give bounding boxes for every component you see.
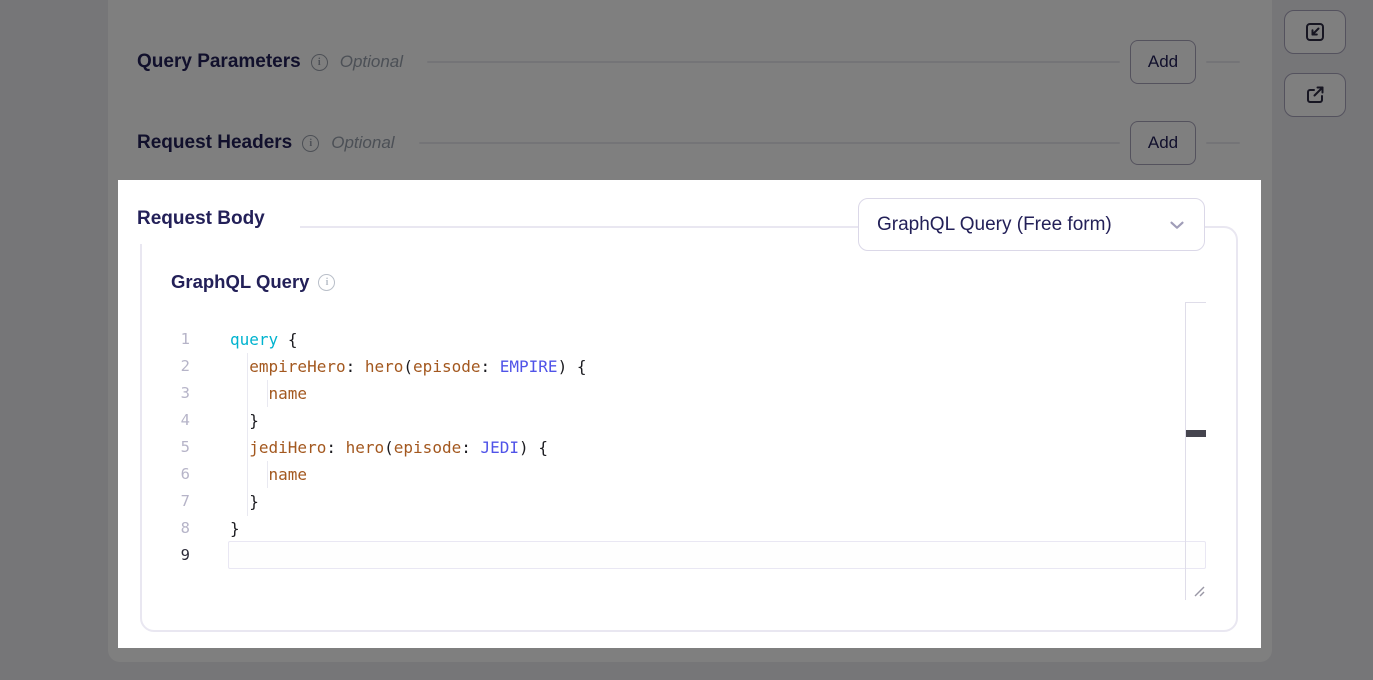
code-line: query { [230,326,586,353]
page: Query Parameters i Optional Add Request … [0,0,1373,680]
line-number: 1 [140,326,190,353]
line-number: 2 [140,353,190,380]
line-number: 8 [140,515,190,542]
editor-scrollbar-track [1185,302,1206,600]
code-line: name [230,461,586,488]
graphql-query-label: GraphQL Query [171,271,309,293]
chevron-down-icon [1166,214,1188,236]
line-number-gutter: 123456789 [140,326,190,569]
request-body-section: Request Body GraphQL Query (Free form) G… [118,180,1261,648]
info-icon[interactable]: i [318,274,335,291]
line-number: 7 [140,488,190,515]
body-type-select[interactable]: GraphQL Query (Free form) [858,198,1205,251]
resize-grip[interactable] [1192,584,1206,598]
editor-scrollbar-thumb[interactable] [1186,430,1206,437]
line-number: 5 [140,434,190,461]
line-number: 9 [140,542,190,569]
code-line: jediHero: hero(episode: JEDI) { [230,434,586,461]
code-line: } [230,515,586,542]
code-line: name [230,380,586,407]
graphql-query-label-row: GraphQL Query i [171,271,335,293]
line-number: 4 [140,407,190,434]
code-line [230,542,586,569]
code-line: empireHero: hero(episode: EMPIRE) { [230,353,586,380]
request-body-title: Request Body [137,207,265,231]
code-line: } [230,407,586,434]
line-number: 6 [140,461,190,488]
line-number: 3 [140,380,190,407]
graphql-query-editor[interactable]: query { empireHero: hero(episode: EMPIRE… [230,326,586,569]
code-line: } [230,488,586,515]
body-type-value: GraphQL Query (Free form) [877,214,1166,236]
